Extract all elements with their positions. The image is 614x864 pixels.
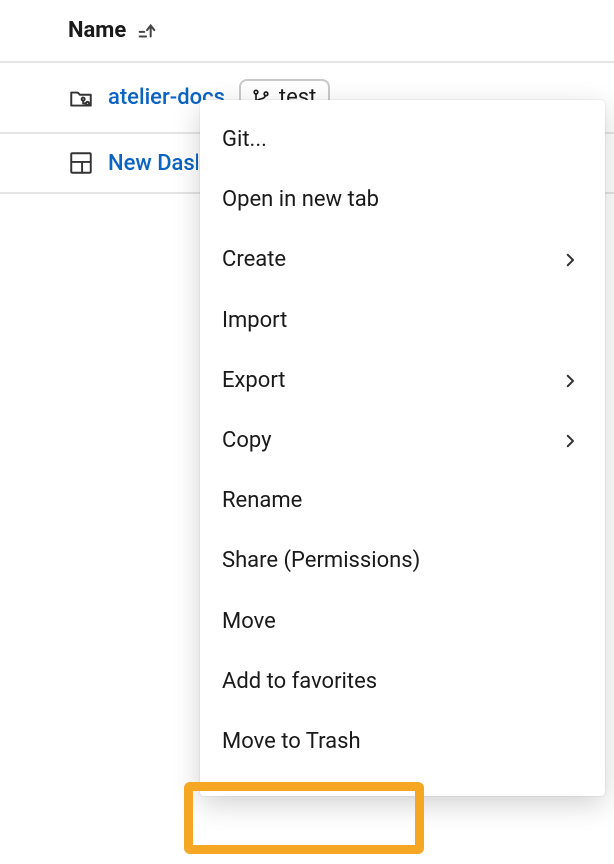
- menu-item-create[interactable]: Create: [200, 230, 605, 290]
- chevron-right-icon: [561, 432, 579, 450]
- column-header[interactable]: Name: [0, 0, 614, 61]
- menu-item-label: Move to Trash: [222, 730, 361, 754]
- menu-item-git[interactable]: Git...: [200, 110, 605, 170]
- menu-item-add-favorites[interactable]: Add to favorites: [200, 652, 605, 712]
- context-menu: Git... Open in new tab Create Import Exp…: [200, 100, 605, 796]
- menu-item-move-to-trash[interactable]: Move to Trash: [200, 712, 605, 772]
- menu-item-move[interactable]: Move: [200, 592, 605, 652]
- menu-item-label: Copy: [222, 429, 272, 453]
- chevron-right-icon: [561, 251, 579, 269]
- menu-item-copy[interactable]: Copy: [200, 411, 605, 471]
- menu-item-label: Export: [222, 369, 286, 393]
- menu-item-label: Git...: [222, 128, 267, 152]
- menu-item-label: Add to favorites: [222, 670, 377, 694]
- chevron-right-icon: [561, 372, 579, 390]
- column-header-label: Name: [68, 18, 126, 43]
- menu-item-label: Open in new tab: [222, 188, 379, 212]
- menu-item-label: Import: [222, 309, 287, 333]
- menu-item-import[interactable]: Import: [200, 291, 605, 351]
- menu-item-label: Rename: [222, 489, 302, 513]
- dashboard-icon: [68, 150, 94, 176]
- menu-item-export[interactable]: Export: [200, 351, 605, 411]
- menu-item-open-new-tab[interactable]: Open in new tab: [200, 170, 605, 230]
- item-name[interactable]: New Dashboard: [108, 151, 198, 176]
- sort-icon[interactable]: [136, 20, 158, 42]
- menu-item-rename[interactable]: Rename: [200, 471, 605, 531]
- menu-item-label: Move: [222, 610, 276, 634]
- menu-item-label: Create: [222, 248, 286, 272]
- menu-item-share[interactable]: Share (Permissions): [200, 531, 605, 591]
- menu-item-label: Share (Permissions): [222, 549, 420, 573]
- git-folder-icon: [68, 85, 94, 111]
